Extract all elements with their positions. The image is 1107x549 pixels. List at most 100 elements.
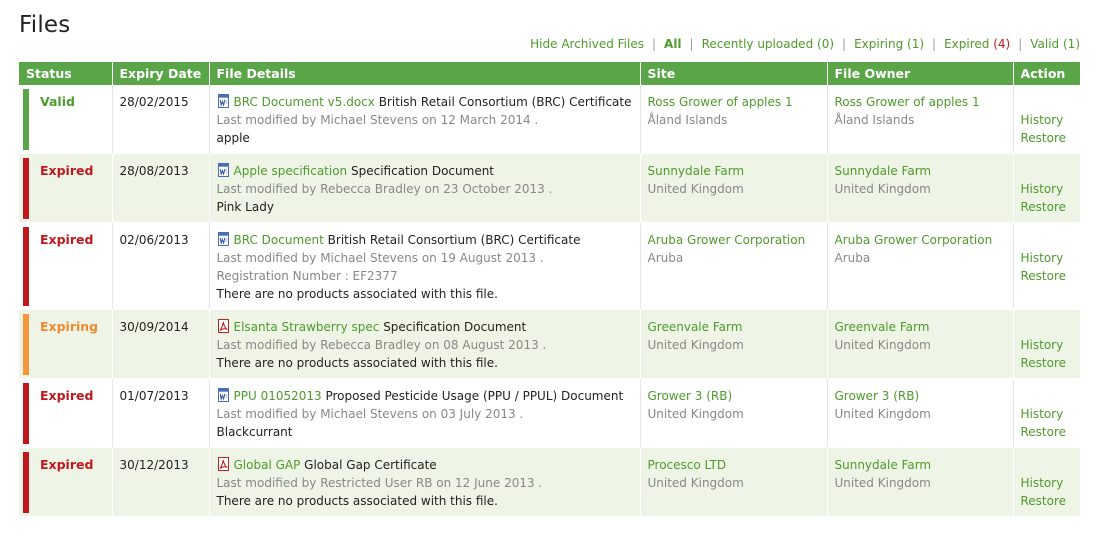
site-country: Aruba — [647, 251, 684, 265]
owner-link[interactable]: Sunnydale Farm — [835, 456, 1006, 474]
restore-link[interactable]: Restore — [1021, 129, 1074, 147]
site-cell: Sunnydale Farm United Kingdom — [640, 153, 828, 223]
action-cell: History Restore — [1013, 85, 1080, 154]
file-products: There are no products associated with th… — [216, 356, 498, 370]
history-link[interactable]: History — [1021, 405, 1074, 423]
expiry-date: 30/12/2013 — [112, 447, 210, 517]
page-title: Files — [19, 12, 71, 38]
owner-country: United Kingdom — [834, 338, 931, 352]
file-details-cell: PPU 01052013 Proposed Pesticide Usage (P… — [209, 378, 641, 448]
history-link[interactable]: History — [1021, 249, 1074, 267]
file-products: Pink Lady — [216, 200, 274, 214]
file-type: British Retail Consortium (BRC) Certific… — [327, 233, 581, 247]
status-indicator-bar — [23, 89, 29, 150]
column-header-status[interactable]: Status — [19, 62, 113, 85]
filter-expiring-link[interactable]: Expiring (1) — [846, 37, 932, 51]
filter-expiring-label: Expiring — [854, 37, 904, 51]
files-table: Status Expiry Date File Details Site Fil… — [19, 62, 1080, 517]
file-link[interactable]: BRC Document — [234, 233, 324, 247]
file-link[interactable]: PPU 01052013 — [234, 389, 322, 403]
status-label: Expired — [40, 232, 94, 247]
history-link[interactable]: History — [1021, 474, 1074, 492]
site-link[interactable]: Grower 3 (RB) — [648, 387, 820, 405]
file-type: Specification Document — [383, 320, 527, 334]
file-products: There are no products associated with th… — [216, 494, 498, 508]
file-link[interactable]: Global GAP — [234, 458, 301, 472]
site-link[interactable]: Procesco LTD — [648, 456, 820, 474]
filter-valid-count: (1) — [1063, 37, 1080, 51]
action-cell: History Restore — [1013, 153, 1080, 223]
owner-cell: Grower 3 (RB) United Kingdom — [827, 378, 1014, 448]
file-details-cell: Elsanta Strawberry spec Specification Do… — [209, 309, 641, 379]
site-link[interactable]: Greenvale Farm — [648, 318, 820, 336]
action-cell: History Restore — [1013, 447, 1080, 517]
column-header-site[interactable]: Site — [640, 62, 828, 85]
last-modified: Last modified by Michael Stevens on 03 J… — [216, 407, 524, 421]
history-link[interactable]: History — [1021, 180, 1074, 198]
pdf-icon — [217, 457, 230, 471]
file-link[interactable]: Apple specification — [234, 164, 348, 178]
history-link[interactable]: History — [1021, 111, 1074, 129]
column-header-expiry[interactable]: Expiry Date — [112, 62, 210, 85]
restore-link[interactable]: Restore — [1021, 423, 1074, 441]
file-type: British Retail Consortium (BRC) Certific… — [378, 95, 632, 109]
table-row: Expired 01/07/2013 PPU 01052013 Proposed… — [19, 378, 1080, 448]
site-cell: Greenvale Farm United Kingdom — [640, 309, 828, 379]
word-doc-icon — [217, 232, 230, 246]
file-type: Proposed Pesticide Usage (PPU / PPUL) Do… — [325, 389, 624, 403]
expiry-date: 30/09/2014 — [112, 309, 210, 379]
site-link[interactable]: Sunnydale Farm — [648, 162, 820, 180]
status-label: Valid — [40, 94, 75, 109]
action-cell: History Restore — [1013, 309, 1080, 379]
restore-link[interactable]: Restore — [1021, 267, 1074, 285]
site-cell: Grower 3 (RB) United Kingdom — [640, 378, 828, 448]
owner-link[interactable]: Greenvale Farm — [835, 318, 1006, 336]
restore-link[interactable]: Restore — [1021, 198, 1074, 216]
column-header-owner[interactable]: File Owner — [827, 62, 1014, 85]
status-label: Expired — [40, 457, 94, 472]
site-link[interactable]: Aruba Grower Corporation — [648, 231, 820, 249]
filter-recent-count: (0) — [817, 37, 835, 51]
owner-link[interactable]: Grower 3 (RB) — [835, 387, 1006, 405]
site-cell: Procesco LTD United Kingdom — [640, 447, 828, 517]
owner-link[interactable]: Sunnydale Farm — [835, 162, 1006, 180]
last-modified: Last modified by Michael Stevens on 19 A… — [216, 251, 544, 265]
column-header-details[interactable]: File Details — [209, 62, 641, 85]
restore-link[interactable]: Restore — [1021, 354, 1074, 372]
expiry-date: 01/07/2013 — [112, 378, 210, 448]
status-indicator-bar — [23, 452, 29, 513]
filter-recent-link[interactable]: Recently uploaded (0) — [694, 37, 842, 51]
history-link[interactable]: History — [1021, 336, 1074, 354]
filter-all-link[interactable]: All — [656, 37, 690, 51]
action-cell: History Restore — [1013, 378, 1080, 448]
table-row: Expired 02/06/2013 BRC Document British … — [19, 222, 1080, 310]
file-products: There are no products associated with th… — [216, 287, 498, 301]
filter-recent-label: Recently uploaded — [701, 37, 814, 51]
file-details-cell: Global GAP Global Gap Certificate Last m… — [209, 447, 641, 517]
file-filter-bar: Hide Archived Files | All | Recently upl… — [522, 37, 1080, 51]
status-label: Expiring — [40, 319, 99, 334]
filter-expiring-count: (1) — [907, 37, 925, 51]
site-cell: Aruba Grower Corporation Aruba — [640, 222, 828, 310]
site-country: United Kingdom — [647, 182, 744, 196]
file-link[interactable]: Elsanta Strawberry spec — [234, 320, 380, 334]
site-country: United Kingdom — [647, 476, 744, 490]
owner-link[interactable]: Ross Grower of apples 1 — [835, 93, 1006, 111]
filter-valid-link[interactable]: Valid (1) — [1022, 37, 1080, 51]
last-modified: Last modified by Rebecca Bradley on 08 A… — [216, 338, 547, 352]
file-link[interactable]: BRC Document v5.docx — [234, 95, 375, 109]
restore-link[interactable]: Restore — [1021, 492, 1074, 510]
status-label: Expired — [40, 388, 94, 403]
expiry-date: 28/08/2013 — [112, 153, 210, 223]
file-products: apple — [216, 131, 250, 145]
status-cell: Expired — [19, 447, 113, 517]
hide-archived-link[interactable]: Hide Archived Files — [522, 37, 652, 51]
site-country: United Kingdom — [647, 407, 744, 421]
owner-link[interactable]: Aruba Grower Corporation — [835, 231, 1006, 249]
filter-expired-link[interactable]: Expired (4) — [936, 37, 1018, 51]
site-link[interactable]: Ross Grower of apples 1 — [648, 93, 820, 111]
status-cell: Valid — [19, 85, 113, 154]
owner-cell: Greenvale Farm United Kingdom — [827, 309, 1014, 379]
column-header-action: Action — [1013, 62, 1080, 85]
owner-cell: Sunnydale Farm United Kingdom — [827, 153, 1014, 223]
